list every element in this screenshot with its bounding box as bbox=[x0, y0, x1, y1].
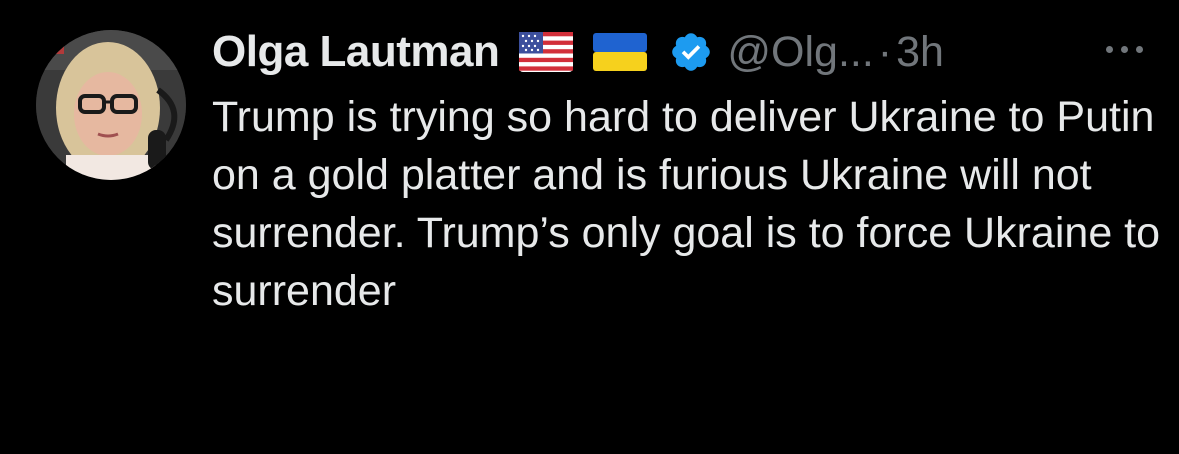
avatar[interactable] bbox=[36, 30, 186, 180]
author-handle[interactable]: @Olg... bbox=[727, 28, 873, 77]
verified-badge-icon[interactable] bbox=[669, 30, 713, 74]
tweet-timestamp[interactable]: 3h bbox=[896, 28, 944, 77]
tweet-text: Trump is trying so hard to deliver Ukrai… bbox=[212, 93, 1161, 315]
avatar-image bbox=[36, 30, 186, 180]
tweet-content: Olga Lautman @Olg... · 3h Trump is tryin… bbox=[212, 22, 1162, 320]
author-name[interactable]: Olga Lautman bbox=[212, 27, 500, 77]
header-separator: · bbox=[877, 27, 893, 76]
tweet-header: Olga Lautman @Olg... · 3h bbox=[212, 22, 1162, 82]
more-options-icon[interactable] bbox=[1100, 38, 1150, 58]
us-flag-icon bbox=[519, 32, 574, 72]
ukraine-flag-icon bbox=[593, 33, 648, 71]
tweet[interactable]: Olga Lautman @Olg... · 3h Trump is tryin… bbox=[0, 0, 1179, 454]
